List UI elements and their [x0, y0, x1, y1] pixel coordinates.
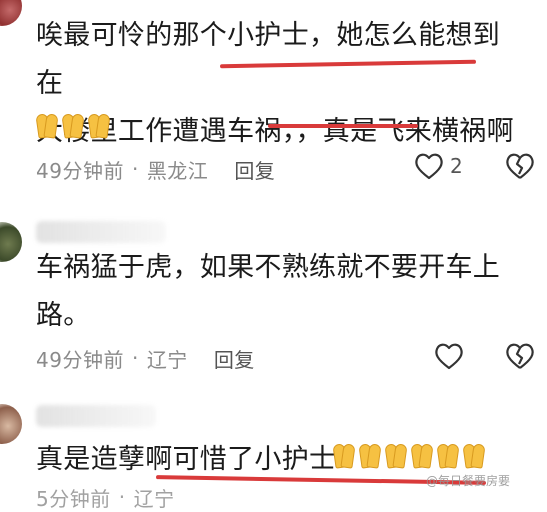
separator-dot: ·	[131, 157, 139, 181]
heart-icon	[434, 342, 464, 370]
comment-meta: 5分钟前 · 辽宁	[36, 482, 175, 512]
location: 辽宁	[146, 347, 188, 372]
pray-hands-emoji	[462, 443, 486, 470]
pray-hands-emoji	[61, 113, 85, 140]
pray-hands-emoji	[35, 113, 59, 140]
comment-meta: 49分钟前 · 辽宁 回复	[36, 343, 255, 373]
like-count: 2	[450, 154, 463, 178]
location: 辽宁	[133, 486, 175, 511]
comment-meta: 49分钟前 · 黑龙江 回复	[36, 154, 275, 184]
avatar[interactable]	[0, 404, 22, 444]
pray-hands-emoji	[358, 443, 382, 470]
comment-text: 车祸猛于虎，如果不熟练就不要开车上 路。	[36, 244, 526, 340]
separator-dot: ·	[118, 485, 126, 509]
separator-dot: ·	[131, 346, 139, 370]
avatar[interactable]	[0, 222, 22, 262]
dislike-button[interactable]	[505, 342, 535, 370]
pray-hands-emoji	[384, 443, 408, 470]
like-button[interactable]: 2	[414, 152, 463, 180]
watermark: @每日餐要房要	[426, 474, 511, 488]
like-button[interactable]	[434, 342, 464, 370]
reply-button[interactable]: 回复	[234, 155, 275, 184]
broken-heart-icon	[505, 342, 535, 370]
comment-line: 车祸猛于虎，如果不熟练就不要开车上	[36, 252, 501, 283]
emoji-row	[332, 443, 486, 470]
timestamp: 49分钟前	[36, 347, 124, 372]
blurred-username	[36, 221, 166, 243]
pray-hands-emoji	[87, 113, 111, 140]
broken-heart-icon	[505, 152, 535, 180]
dislike-button[interactable]	[505, 152, 535, 180]
heart-icon	[414, 152, 444, 180]
avatar[interactable]	[0, 0, 22, 26]
red-underline-mark	[268, 124, 418, 128]
timestamp: 49分钟前	[36, 158, 124, 183]
pray-hands-emoji	[410, 443, 434, 470]
pray-hands-emoji	[436, 443, 460, 470]
timestamp: 5分钟前	[36, 486, 111, 511]
pray-hands-emoji	[332, 443, 356, 470]
location: 黑龙江	[146, 158, 209, 183]
blurred-username	[36, 405, 156, 427]
emoji-row	[35, 113, 111, 140]
reply-button[interactable]: 回复	[214, 344, 255, 373]
comment-line: 路。	[36, 300, 91, 331]
